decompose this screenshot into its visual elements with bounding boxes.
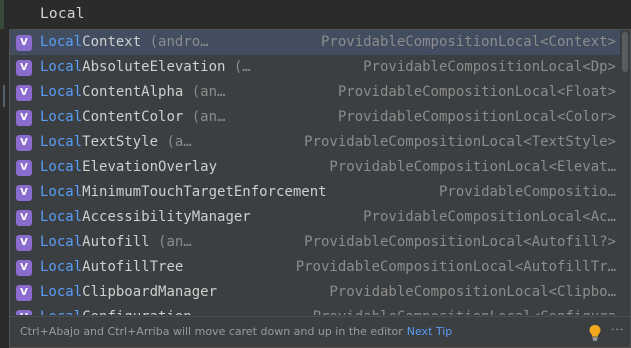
- completion-item-name: LocalAccessibilityManager: [40, 205, 251, 230]
- match-prefix: Local: [40, 159, 83, 175]
- name-suffix: ElevationOverlay: [82, 159, 218, 175]
- match-prefix: Local: [40, 284, 83, 300]
- variable-kind-icon: V: [16, 210, 32, 226]
- variable-kind-icon: V: [16, 235, 32, 251]
- completion-item[interactable]: V LocalClipboardManager ProvidableComposit…: [10, 280, 622, 305]
- footer-hint-text: Ctrl+Abajo and Ctrl+Arriba will move car…: [20, 325, 403, 338]
- name-suffix: ClipboardManager: [82, 284, 218, 300]
- variable-kind-icon: V: [16, 35, 32, 51]
- match-prefix: Local: [40, 109, 83, 125]
- completion-item[interactable]: V LocalMinimumTouchTargetEnforcement Provi…: [10, 180, 622, 205]
- completion-list[interactable]: V LocalContext (andro… ProvidableCompositi…: [10, 30, 622, 315]
- footer-message: Ctrl+Abajo and Ctrl+Arriba will move car…: [20, 325, 452, 338]
- variable-kind-icon: V: [16, 185, 32, 201]
- editor-line[interactable]: Local: [0, 0, 631, 30]
- type-signature: ProvidableCompositionLocal<Configura: [313, 305, 616, 315]
- gutter-change-marker: [0, 0, 4, 30]
- package-hint: (an…: [149, 234, 192, 250]
- variable-kind-icon: V: [16, 160, 32, 176]
- match-prefix: Local: [40, 59, 83, 75]
- package-hint: (andro…: [141, 34, 209, 50]
- completion-popup[interactable]: V LocalContext (andro… ProvidableCompositi…: [9, 29, 631, 348]
- scrollbar-thumb[interactable]: [622, 32, 628, 72]
- type-signature: ProvidableCompositionLocal<Elevat…: [329, 159, 616, 175]
- typed-text[interactable]: Local: [40, 6, 85, 22]
- type-signature: ProvidableCompositionLocal<Autofill?>: [304, 234, 616, 250]
- package-hint: (…: [225, 59, 251, 75]
- type-signature: ProvidableCompositionLocal<Ac…: [363, 209, 616, 225]
- match-prefix: Local: [40, 134, 83, 150]
- name-suffix: Configuration: [82, 309, 192, 315]
- completion-item[interactable]: V LocalContentAlpha (an… ProvidableComposi…: [10, 80, 622, 105]
- completion-item-name: LocalAbsoluteElevation (…: [40, 55, 251, 80]
- completion-item[interactable]: V LocalElevationOverlay ProvidableComposit…: [10, 155, 622, 180]
- editor-left-gutter: [0, 29, 9, 348]
- package-hint: (an…: [183, 84, 226, 100]
- match-prefix: Local: [40, 84, 83, 100]
- completion-item-name: LocalContext (andro…: [40, 30, 209, 55]
- name-suffix: AutofillTree: [82, 259, 184, 275]
- completion-item-name: LocalAutofill (an…: [40, 230, 192, 255]
- completion-scrollbar[interactable]: [620, 30, 630, 315]
- match-prefix: Local: [40, 209, 83, 225]
- completion-item-name: LocalTextStyle (a…: [40, 130, 192, 155]
- match-prefix: Local: [40, 234, 83, 250]
- type-signature: ProvidableCompositionLocal<Float>: [337, 84, 616, 100]
- name-suffix: AbsoluteElevation: [82, 59, 226, 75]
- variable-kind-icon: V: [16, 285, 32, 301]
- lightbulb-icon[interactable]: [588, 324, 602, 341]
- name-suffix: Autofill: [82, 234, 150, 250]
- completion-item-name: LocalClipboardManager: [40, 280, 217, 305]
- match-prefix: Local: [40, 309, 82, 315]
- variable-kind-icon: V: [16, 85, 32, 101]
- completion-item-name: LocalAutofillTree: [40, 255, 183, 280]
- type-signature: ProvidableCompositionLocal<AutofillTr…: [295, 259, 616, 275]
- type-signature: ProvidableCompositionLocal<Context>: [320, 34, 616, 50]
- completion-item-name: LocalContentColor (an…: [40, 105, 225, 130]
- name-suffix: Context: [82, 34, 142, 50]
- completion-item[interactable]: V LocalAccessibilityManager ProvidableComp…: [10, 205, 622, 230]
- completion-item[interactable]: V LocalAutofillTree ProvidableCompositionL…: [10, 255, 622, 280]
- completion-item[interactable]: V LocalContext (andro… ProvidableCompositi…: [10, 30, 622, 55]
- variable-kind-icon: V: [16, 135, 32, 151]
- name-suffix: TextStyle: [82, 134, 159, 150]
- type-signature: ProvidableCompositionLocal<TextStyle>: [304, 134, 616, 150]
- name-suffix: AccessibilityManager: [82, 209, 251, 225]
- package-hint: (an…: [183, 109, 226, 125]
- completion-item-name: LocalMinimumTouchTargetEnforcement: [40, 180, 327, 205]
- completion-item[interactable]: V LocalTextStyle (a… ProvidableComposition…: [10, 130, 622, 155]
- name-suffix: ContentAlpha: [82, 84, 184, 100]
- completion-item[interactable]: V LocalConfiguration ProvidableComposition…: [10, 305, 622, 315]
- type-signature: ProvidableCompositionLocal<Clipbo…: [329, 284, 616, 300]
- type-signature: ProvidableCompositionLocal<Color>: [337, 109, 616, 125]
- name-suffix: MinimumTouchTargetEnforcement: [82, 184, 327, 200]
- variable-kind-icon: V: [16, 260, 32, 276]
- more-vertical-icon[interactable]: ⋮: [609, 323, 624, 335]
- completion-footer: Ctrl+Abajo and Ctrl+Arriba will move car…: [10, 316, 630, 347]
- completion-item-name: LocalContentAlpha (an…: [40, 80, 225, 105]
- match-prefix: Local: [40, 259, 83, 275]
- package-hint: (a…: [158, 134, 192, 150]
- variable-kind-icon: V: [16, 310, 32, 315]
- completion-item[interactable]: V LocalAbsoluteElevation (… ProvidableComp…: [10, 55, 622, 80]
- variable-kind-icon: V: [16, 110, 32, 126]
- match-prefix: Local: [40, 184, 83, 200]
- gutter-marker: [3, 85, 5, 107]
- match-prefix: Local: [40, 34, 83, 50]
- type-signature: ProvidableCompositio…: [438, 184, 616, 200]
- type-signature: ProvidableCompositionLocal<Dp>: [363, 59, 616, 75]
- completion-item-name: LocalElevationOverlay: [40, 155, 217, 180]
- next-tip-link[interactable]: Next Tip: [407, 325, 453, 338]
- completion-item-name: LocalConfiguration: [40, 305, 192, 315]
- completion-item[interactable]: V LocalAutofill (an… ProvidableComposition…: [10, 230, 622, 255]
- completion-item[interactable]: V LocalContentColor (an… ProvidableComposi…: [10, 105, 622, 130]
- variable-kind-icon: V: [16, 60, 32, 76]
- name-suffix: ContentColor: [82, 109, 184, 125]
